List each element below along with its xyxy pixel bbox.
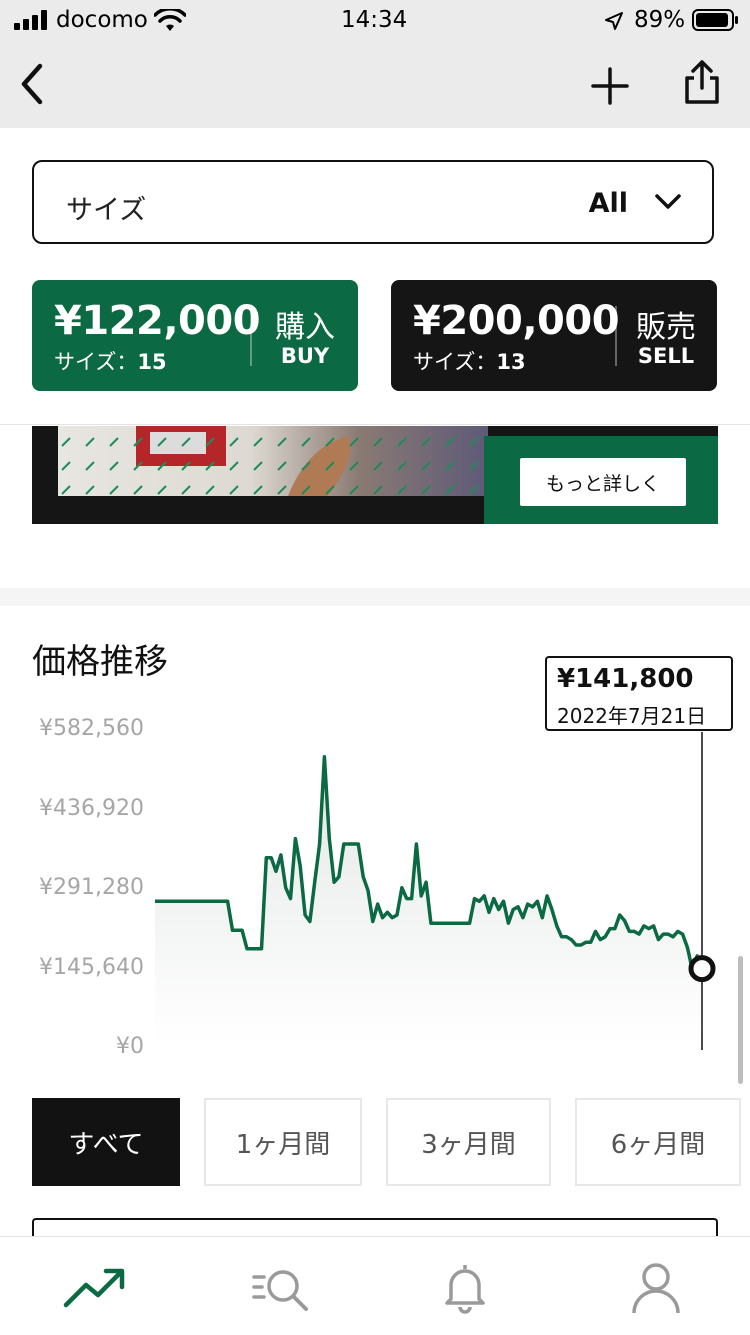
battery-percent: 89% (634, 7, 686, 33)
learn-more-button[interactable]: もっと詳しく (520, 458, 686, 506)
location-arrow-icon (605, 12, 623, 30)
tab-6-months[interactable]: 6ヶ月間 (575, 1098, 741, 1186)
sell-button[interactable]: ¥200,000 サイズ：13 販売 SELL (391, 280, 717, 391)
bell-icon[interactable] (433, 1259, 497, 1315)
signal-icon (14, 10, 47, 30)
carrier-name: docomo (56, 7, 148, 33)
battery-icon (692, 9, 738, 31)
person-icon[interactable] (624, 1259, 688, 1315)
tab-all[interactable]: すべて (32, 1098, 180, 1186)
buy-label-jp: 購入 (275, 310, 335, 345)
back-button[interactable] (14, 62, 48, 106)
size-label: サイズ (66, 195, 147, 226)
tooltip-price: ¥141,800 (557, 664, 694, 694)
tooltip-date: 2022年7月21日 (557, 704, 707, 728)
size-dropdown[interactable]: サイズ All (32, 160, 714, 244)
buy-size: サイズ：15 (54, 350, 167, 374)
promo-banner[interactable]: もっと詳しく (32, 426, 718, 524)
size-selected-value: All (588, 188, 628, 219)
divider (0, 424, 750, 425)
sell-divider (615, 306, 617, 366)
buy-button[interactable]: ¥122,000 サイズ：15 購入 BUY (32, 280, 358, 391)
sell-label-en: SELL (637, 344, 695, 368)
wifi-icon (154, 9, 186, 31)
clock: 14:34 (341, 7, 408, 33)
sell-size: サイズ：13 (413, 350, 526, 374)
nav-bar (0, 42, 750, 128)
buy-divider (250, 306, 252, 366)
section-separator (0, 588, 750, 606)
buy-label-en: BUY (280, 344, 330, 368)
price-tooltip: ¥141,800 2022年7月21日 (545, 656, 733, 731)
sell-label-jp: 販売 (636, 310, 696, 345)
trending-icon[interactable] (62, 1259, 126, 1315)
banner-photo (58, 426, 488, 496)
search-list-icon[interactable] (250, 1259, 314, 1315)
buy-price: ¥122,000 (54, 298, 261, 344)
bottom-nav (0, 1236, 750, 1335)
chevron-down-icon (655, 194, 681, 209)
scrollbar[interactable] (738, 956, 743, 1084)
tab-3-months[interactable]: 3ヶ月間 (386, 1098, 551, 1186)
share-button[interactable] (682, 58, 722, 108)
tab-1-month[interactable]: 1ヶ月間 (204, 1098, 362, 1186)
selected-point-marker[interactable] (688, 955, 716, 983)
sell-price: ¥200,000 (413, 298, 620, 344)
add-button[interactable] (590, 66, 630, 106)
status-bar: docomo 14:34 89% (0, 0, 750, 42)
